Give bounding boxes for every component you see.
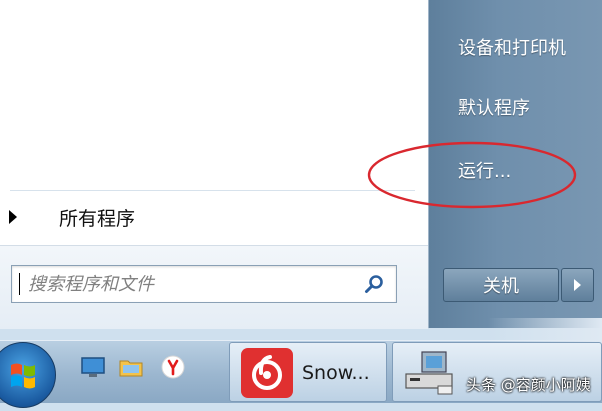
search-input[interactable] [26, 272, 350, 296]
computer-icon [405, 351, 453, 395]
expand-arrow-icon [9, 210, 17, 224]
text-caret [19, 273, 20, 295]
yandex-browser-icon[interactable] [160, 354, 186, 380]
windows-logo-icon [11, 363, 35, 389]
all-programs-item[interactable]: 所有程序 [0, 200, 420, 234]
all-programs-label: 所有程序 [59, 207, 136, 230]
chevron-right-icon [574, 279, 581, 291]
netease-music-icon [241, 348, 293, 398]
watermark-text: 头条 @容颜小阿姨 [466, 376, 591, 394]
annotation-ellipse [367, 141, 577, 209]
search-box[interactable] [11, 265, 397, 303]
shutdown-button[interactable]: 关机 [443, 268, 559, 302]
shutdown-label: 关机 [483, 276, 519, 297]
default-programs-item[interactable]: 默认程序 [458, 94, 530, 120]
devices-and-printers-item[interactable]: 设备和打印机 [458, 34, 566, 60]
all-programs-separator [10, 190, 415, 191]
search-icon[interactable] [364, 274, 384, 294]
taskbar-glow [488, 318, 602, 344]
file-explorer-icon[interactable] [118, 354, 144, 380]
start-orb-button[interactable] [0, 342, 56, 408]
show-desktop-icon[interactable] [80, 354, 106, 380]
taskbar-app-label: Snow... [302, 362, 370, 384]
shutdown-options-button[interactable] [561, 268, 594, 302]
